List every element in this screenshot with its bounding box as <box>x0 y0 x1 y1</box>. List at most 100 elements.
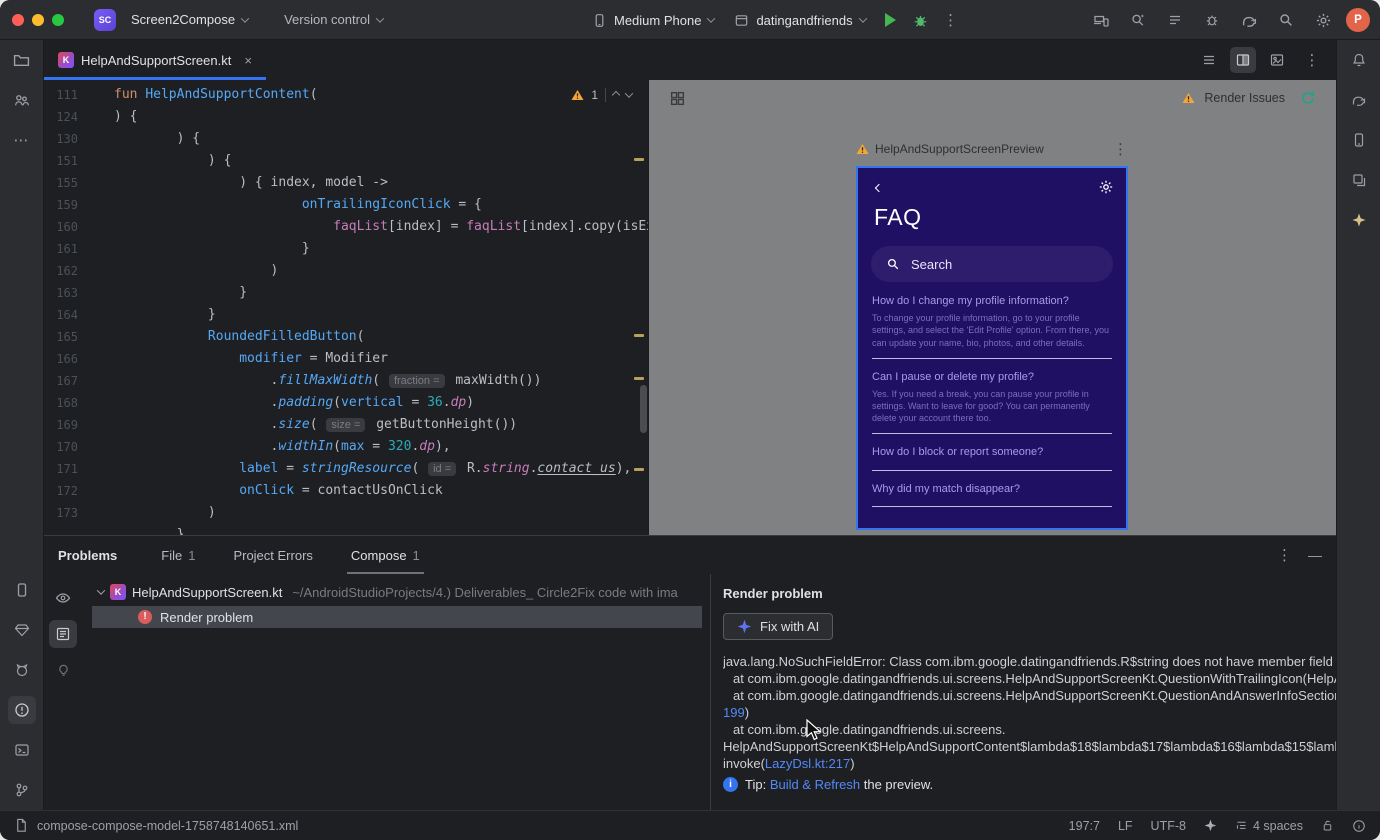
gemini-tool-button[interactable] <box>1345 206 1373 234</box>
gradle-tool-button[interactable] <box>1345 86 1373 114</box>
code-line[interactable]: 164 } <box>44 304 648 326</box>
profiler-button[interactable] <box>1198 6 1226 34</box>
search-everywhere-button[interactable] <box>1272 6 1300 34</box>
readonly-lock-widget[interactable] <box>1321 819 1334 832</box>
code-line[interactable]: 111 fun HelpAndSupportContent( <box>44 84 648 106</box>
faq-question[interactable]: Can I pause or delete my profile? <box>872 370 1112 384</box>
code-line[interactable]: } <box>44 524 648 535</box>
show-details-button[interactable] <box>49 620 77 648</box>
project-tool-button[interactable] <box>8 46 36 74</box>
preview-problem-button[interactable] <box>49 584 77 612</box>
code-view-button[interactable] <box>1196 47 1222 73</box>
code-line[interactable]: 162 ) <box>44 260 648 282</box>
refresh-preview-button[interactable] <box>1294 84 1322 112</box>
more-run-actions-button[interactable]: ⋮ <box>937 6 965 34</box>
stack-link[interactable]: 199 <box>723 705 745 720</box>
fix-with-ai-button[interactable]: Fix with AI <box>723 613 834 640</box>
warning-stripe-mark[interactable] <box>634 377 644 380</box>
more-tool-windows-button[interactable]: ⋯ <box>8 126 36 154</box>
running-devices-tool-button[interactable] <box>8 576 36 604</box>
editor-options-button[interactable]: ⋮ <box>1298 46 1326 74</box>
git-tool-button[interactable] <box>8 776 36 804</box>
debug-button[interactable] <box>907 6 935 34</box>
stack-link[interactable]: LazyDsl.kt:217 <box>765 756 850 771</box>
problems-tab-compose[interactable]: Compose 1 <box>346 536 424 574</box>
minimize-window-button[interactable] <box>32 13 44 26</box>
run-button[interactable] <box>877 6 905 34</box>
editor-tab[interactable]: K HelpAndSupportScreen.kt × <box>44 40 266 80</box>
phone-preview[interactable]: FAQ Search How do I change my profile in… <box>856 166 1128 530</box>
code-line[interactable]: 172 onClick = contactUsOnClick <box>44 480 648 502</box>
code-line[interactable]: 151 ) { <box>44 150 648 172</box>
chevron-up-icon[interactable] <box>611 90 621 100</box>
render-issues-label[interactable]: Render Issues <box>1204 91 1285 105</box>
code-line[interactable]: 161 } <box>44 238 648 260</box>
zoom-window-button[interactable] <box>52 13 64 26</box>
code-line[interactable]: 159 onTrailingIconClick = { <box>44 194 648 216</box>
vcs-tool-button[interactable] <box>8 86 36 114</box>
settings-button[interactable] <box>1309 6 1337 34</box>
panel-options-button[interactable]: ⋮ <box>1277 546 1292 564</box>
indent-widget[interactable]: 4 spaces <box>1235 819 1303 833</box>
code-line[interactable]: 171 label = stringResource( id = R.strin… <box>44 458 648 480</box>
code-line[interactable]: 167 .fillMaxWidth( fraction = maxWidth()… <box>44 370 648 392</box>
split-view-button[interactable] <box>1230 47 1256 73</box>
problems-tab-project-errors[interactable]: Project Errors <box>229 536 316 574</box>
code-line[interactable]: 170 .widthIn(max = 320.dp), <box>44 436 648 458</box>
device-mirroring-button[interactable] <box>1087 6 1115 34</box>
run-config-selector[interactable]: datingandfriends <box>725 8 874 33</box>
chevron-down-icon[interactable] <box>624 89 634 98</box>
faq-question[interactable]: How do I change my profile information? <box>872 294 1112 308</box>
problems-tab-file[interactable]: File 1 <box>157 536 199 574</box>
ai-status-widget[interactable] <box>1204 819 1217 832</box>
task-list-button[interactable] <box>1161 6 1189 34</box>
build-variants-tool-button[interactable] <box>1345 166 1373 194</box>
notifications-tool-button[interactable] <box>1345 46 1373 74</box>
code-line[interactable]: 160 faqList[index] = faqList[index].copy… <box>44 216 648 238</box>
hide-panel-button[interactable]: — <box>1308 547 1322 563</box>
build-refresh-link[interactable]: Build & Refresh <box>770 777 860 792</box>
project-menu[interactable]: Screen2Compose <box>122 7 257 32</box>
tree-error-row[interactable]: ! Render problem <box>92 606 702 628</box>
code-line[interactable]: 124) { <box>44 106 648 128</box>
device-manager-tool-button[interactable] <box>1345 126 1373 154</box>
notifications-widget[interactable] <box>1352 819 1366 833</box>
user-avatar[interactable]: P <box>1346 8 1370 32</box>
code-line[interactable]: 165 RoundedFilledButton( <box>44 326 648 348</box>
ai-search-button[interactable] <box>1124 6 1152 34</box>
close-tab-icon[interactable]: × <box>244 53 252 68</box>
editor-scrollbar[interactable] <box>640 385 647 433</box>
preview-title-row[interactable]: HelpAndSupportScreenPreview ⋮ <box>856 140 1128 158</box>
app-insights-tool-button[interactable] <box>8 616 36 644</box>
warning-stripe-mark[interactable] <box>634 158 644 161</box>
faq-question[interactable]: Why did my match disappear? <box>872 482 1112 496</box>
code-line[interactable]: 169 .size( size = getButtonHeight()) <box>44 414 648 436</box>
code-line[interactable]: 130 ) { <box>44 128 648 150</box>
tree-file-row[interactable]: K HelpAndSupportScreen.kt ~/AndroidStudi… <box>82 580 710 604</box>
code-line[interactable]: 168 .padding(vertical = 36.dp) <box>44 392 648 414</box>
device-selector[interactable]: Medium Phone <box>583 8 723 33</box>
code-line[interactable]: 155 ) { index, model -> <box>44 172 648 194</box>
close-window-button[interactable] <box>12 13 24 26</box>
warning-stripe-mark[interactable] <box>634 468 644 471</box>
quick-fix-button[interactable] <box>49 656 77 684</box>
line-separator-widget[interactable]: LF <box>1118 819 1133 833</box>
chevron-down-icon[interactable] <box>96 586 106 595</box>
design-view-button[interactable] <box>1264 47 1290 73</box>
faq-question[interactable]: How do I block or report someone? <box>872 445 1112 459</box>
caret-position-widget[interactable]: 197:7 <box>1069 819 1100 833</box>
code-line[interactable]: 163 } <box>44 282 648 304</box>
problems-tool-button[interactable] <box>7 696 36 724</box>
terminal-tool-button[interactable] <box>8 736 36 764</box>
code-editor[interactable]: 111 fun HelpAndSupportContent(124) {130 )… <box>44 80 648 535</box>
warning-stripe-mark[interactable] <box>634 334 644 337</box>
gradle-sync-button[interactable] <box>1235 6 1263 34</box>
preview-options-icon[interactable]: ⋮ <box>1113 140 1128 158</box>
preview-grid-layout-button[interactable] <box>663 84 691 112</box>
logcat-tool-button[interactable] <box>8 656 36 684</box>
inspections-widget[interactable]: 1 <box>571 88 634 102</box>
encoding-widget[interactable]: UTF-8 <box>1151 819 1186 833</box>
code-line[interactable]: 166 modifier = Modifier <box>44 348 648 370</box>
vcs-menu[interactable]: Version control <box>275 7 392 32</box>
code-line[interactable]: 173 ) <box>44 502 648 524</box>
